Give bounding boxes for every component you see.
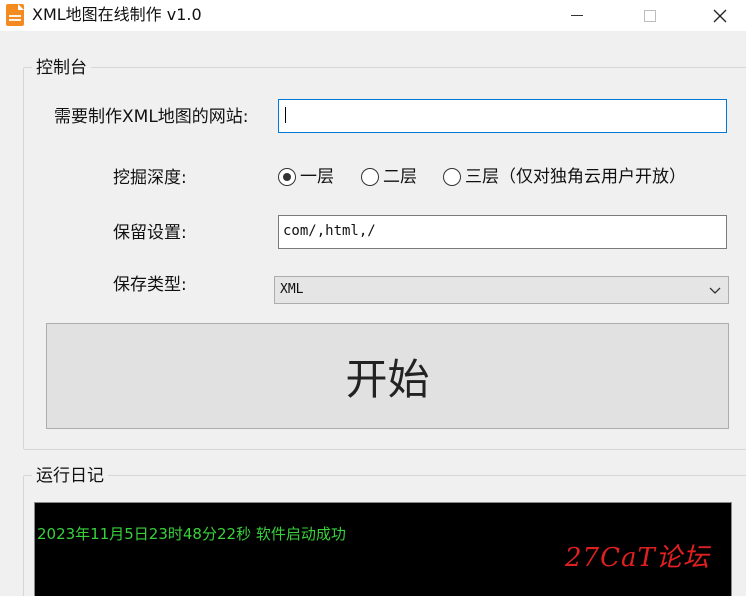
close-button[interactable] (697, 0, 743, 31)
depth-radio-level-2[interactable]: 二层 (361, 166, 417, 188)
url-label: 需要制作XML地图的网站: (54, 107, 249, 127)
watermark: 27CaT论坛 (565, 543, 710, 573)
keep-settings-value: com/,html,/ (283, 223, 376, 239)
maximize-button[interactable] (627, 0, 673, 31)
depth-label: 挖掘深度: (113, 168, 187, 188)
minimize-icon (571, 15, 583, 16)
chevron-down-icon (709, 287, 721, 294)
url-input[interactable] (278, 99, 727, 133)
depth-radio-level-1[interactable]: 一层 (278, 166, 334, 188)
log-line: 2023年11月5日23时48分22秒 软件启动成功 (37, 525, 346, 543)
depth-option-label: 二层 (383, 167, 417, 187)
maximize-icon (644, 9, 656, 22)
save-type-label: 保存类型: (113, 275, 187, 295)
radio-unchecked-icon (443, 168, 461, 186)
depth-option-label: 三层（仅对独角云用户开放） (465, 167, 686, 187)
title-bar: XML地图在线制作 v1.0 (0, 0, 746, 31)
start-button[interactable]: 开始 (46, 323, 729, 429)
depth-option-label: 一层 (300, 167, 334, 187)
log-panel-title: 运行日记 (32, 465, 108, 487)
text-caret (285, 107, 286, 123)
xml-file-icon (9, 15, 21, 21)
app-icon (6, 4, 24, 26)
keep-settings-input[interactable]: com/,html,/ (278, 215, 727, 249)
app-window: XML地图在线制作 v1.0 控制台 需要制作XML地图的网站: 挖掘深度: 一… (0, 0, 746, 596)
control-panel-title: 控制台 (32, 57, 91, 79)
keep-settings-label: 保留设置: (113, 223, 187, 243)
depth-radio-level-3[interactable]: 三层（仅对独角云用户开放） (443, 166, 686, 188)
close-icon (713, 9, 727, 22)
minimize-button[interactable] (554, 0, 600, 31)
radio-checked-icon (278, 168, 296, 186)
save-type-select[interactable]: XML (274, 276, 729, 304)
window-title: XML地图在线制作 v1.0 (32, 5, 202, 24)
save-type-value: XML (280, 282, 304, 297)
radio-unchecked-icon (361, 168, 379, 186)
